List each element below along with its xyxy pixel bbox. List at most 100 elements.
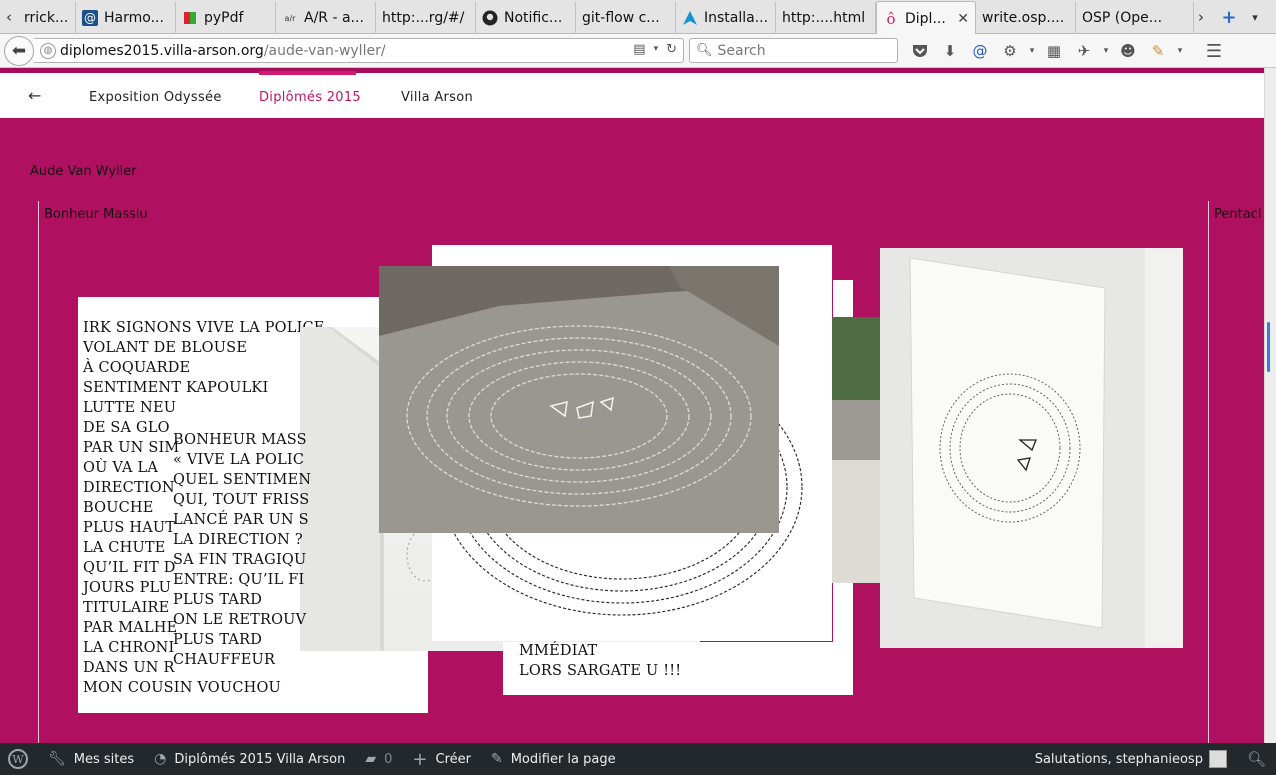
- pencil-icon: ✎: [490, 751, 503, 767]
- browser-tab[interactable]: write.osp....: [976, 2, 1076, 34]
- download-icon[interactable]: ⬇: [935, 40, 965, 62]
- nav-item-diplomes[interactable]: Diplômés 2015: [259, 90, 361, 105]
- pocket-icon[interactable]: [905, 40, 935, 62]
- floor: [832, 460, 882, 583]
- outdoor-photo[interactable]: [832, 317, 882, 583]
- dropdown-icon[interactable]: ▾: [1025, 40, 1039, 62]
- page-content: ← Exposition Odyssée Diplômés 2015 Villa…: [0, 68, 1264, 743]
- tab-label: Harmo...: [104, 10, 164, 26]
- browser-tab[interactable]: git-flow c...: [576, 2, 676, 34]
- grid-icon[interactable]: ▦: [1039, 40, 1069, 62]
- tab-label: Installa...: [704, 10, 769, 26]
- back-arrow-icon: ⬅: [11, 41, 27, 61]
- poem-text: MMÉDIAT LORS SARGATE U !!!: [519, 643, 682, 679]
- browser-tab[interactable]: Installa...: [676, 2, 776, 34]
- scrollbar-thumb[interactable]: [1267, 322, 1270, 372]
- reload-icon[interactable]: ↻: [666, 42, 677, 57]
- account-menu[interactable]: Salutations, stephanieosp: [1025, 743, 1237, 775]
- browser-tab[interactable]: @ Harmo...: [76, 2, 176, 34]
- extension-orange-icon[interactable]: ✎: [1143, 40, 1173, 62]
- tab-label: Dipl...: [905, 10, 946, 27]
- dropdown-icon[interactable]: ▾: [654, 42, 659, 57]
- reader-view-icon[interactable]: ▤: [633, 42, 645, 57]
- dropdown-icon[interactable]: ▾: [1099, 40, 1113, 62]
- nav-item-villa-arson[interactable]: Villa Arson: [401, 90, 473, 105]
- create-label: Créer: [435, 751, 471, 767]
- wordpress-icon[interactable]: W: [0, 743, 38, 775]
- browser-tab-active[interactable]: ô Dipl... ✕: [876, 1, 976, 35]
- search-icon: 🔍︎: [696, 43, 713, 58]
- site-navigation: ← Exposition Odyssée Diplômés 2015 Villa…: [0, 71, 1264, 118]
- comments-menu[interactable]: ▰ 0: [355, 743, 402, 775]
- greeting-label: Salutations, stephanieosp: [1034, 751, 1203, 767]
- tab-label: A/R - a...: [304, 10, 364, 26]
- work-title[interactable]: Bonheur Massiu: [44, 207, 148, 222]
- browser-tab[interactable]: pyPdf: [176, 2, 276, 34]
- villa-arson-icon: ô: [886, 9, 896, 28]
- arch-icon: [682, 10, 698, 26]
- page-scrollbar[interactable]: [1264, 68, 1276, 743]
- settings-gear-icon[interactable]: ⚙: [995, 40, 1025, 62]
- browser-tab[interactable]: a/r A/R - a...: [276, 2, 376, 34]
- extension-blue-icon[interactable]: @: [965, 40, 995, 62]
- tab-label: write.osp....: [982, 10, 1065, 26]
- pypdf-icon: [182, 10, 198, 26]
- search-icon: 🔍︎: [1246, 750, 1266, 768]
- at-icon: @: [82, 10, 98, 26]
- work-title[interactable]: Pentacl: [1214, 207, 1261, 222]
- divider-line: [1208, 201, 1209, 743]
- comments-count: 0: [384, 751, 393, 767]
- globe-icon: ◍: [40, 42, 56, 59]
- my-sites-menu[interactable]: 🔧︎ Mes sites: [38, 743, 144, 775]
- dashboard-icon: ◔: [154, 751, 167, 767]
- site-name-menu[interactable]: ◔ Diplômés 2015 Villa Arson: [144, 743, 355, 775]
- browser-nav-bar: ◍ diplomes2015.villa-arson.org /aude-van…: [0, 34, 1276, 68]
- site-name-label: Diplômés 2015 Villa Arson: [174, 751, 346, 767]
- close-tab-icon[interactable]: ✕: [957, 11, 969, 27]
- tab-scroll-right-icon[interactable]: ›: [1192, 0, 1210, 34]
- tab-label: http:...rg/#/: [382, 10, 465, 26]
- tab-label: git-flow c...: [582, 10, 660, 26]
- screenshot-icon[interactable]: ✈: [1069, 40, 1099, 62]
- tab-list-icon[interactable]: ▾: [1246, 0, 1264, 34]
- paper-on-wall-photo[interactable]: [880, 248, 1183, 648]
- dropdown-icon[interactable]: ▾: [1173, 40, 1187, 62]
- url-bar[interactable]: ◍ diplomes2015.villa-arson.org /aude-van…: [34, 38, 684, 63]
- poem-overlay: BONHEUR MASS « VIVE LA POLIC QUEL SENTIM…: [168, 427, 311, 679]
- tab-label: OSP (Ope...: [1082, 10, 1163, 26]
- nav-item-exposition[interactable]: Exposition Odyssée: [89, 90, 222, 105]
- browser-tab[interactable]: http:...rg/#/: [376, 2, 476, 34]
- browser-tab-bar: ‹ rrick... @ Harmo... pyPdf a/r A/R - a.…: [0, 0, 1276, 35]
- edit-page-link[interactable]: ✎ Modifier la page: [481, 743, 626, 775]
- admin-search-button[interactable]: 🔍︎: [1237, 743, 1276, 775]
- tab-label: Notific...: [504, 10, 563, 26]
- new-tab-icon[interactable]: +: [1220, 0, 1238, 34]
- my-sites-label: Mes sites: [73, 751, 135, 767]
- search-placeholder: Search: [717, 42, 766, 59]
- github-icon: [482, 10, 498, 26]
- tab-scroll-left-icon[interactable]: ‹: [0, 0, 18, 34]
- tab-label: rrick...: [24, 10, 69, 26]
- browser-tab[interactable]: rrick...: [18, 2, 76, 34]
- comment-icon: ▰: [365, 751, 377, 767]
- browser-tab[interactable]: http:....html: [776, 2, 876, 34]
- back-button[interactable]: ⬅: [4, 36, 34, 66]
- search-input[interactable]: 🔍︎ Search: [689, 38, 898, 63]
- poem-text: BONHEUR MASS « VIVE LA POLIC QUEL SENTIM…: [173, 432, 312, 668]
- browser-tab[interactable]: OSP (Ope...: [1076, 2, 1194, 34]
- url-path: /aude-van-wyller/: [263, 42, 386, 59]
- url-domain: diplomes2015.villa-arson.org: [60, 42, 264, 59]
- create-menu[interactable]: + Créer: [402, 743, 481, 775]
- wrench-icon: 🔧︎: [48, 751, 66, 767]
- plus-icon: +: [412, 748, 428, 770]
- avatar: [1208, 750, 1227, 768]
- wp-admin-bar: W 🔧︎ Mes sites ◔ Diplômés 2015 Villa Ars…: [0, 743, 1276, 775]
- chalk-circle-photo[interactable]: [379, 266, 779, 533]
- menu-icon[interactable]: ☰: [1199, 40, 1229, 62]
- artist-name: Aude Van Wyller: [30, 164, 137, 179]
- chat-icon[interactable]: ☻: [1113, 40, 1143, 62]
- browser-tab[interactable]: Notific...: [476, 2, 576, 34]
- divider-line: [38, 201, 39, 743]
- nav-back-arrow[interactable]: ←: [28, 86, 42, 105]
- concrete-wall: [832, 400, 882, 460]
